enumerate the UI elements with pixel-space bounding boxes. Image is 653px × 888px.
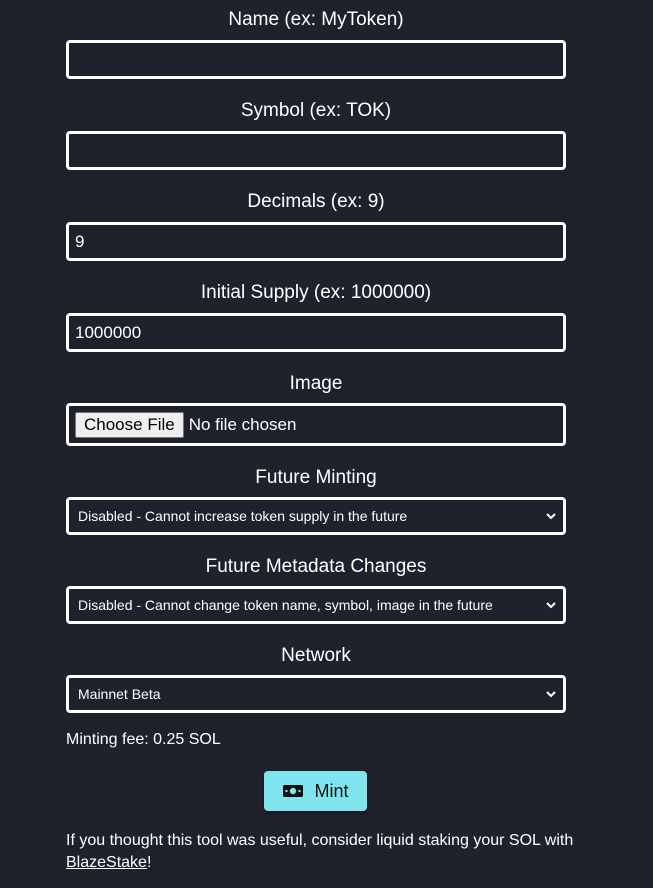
image-label: Image — [289, 373, 343, 394]
file-status-text: No file chosen — [188, 414, 297, 434]
footer-text: If you thought this tool was useful, con… — [66, 830, 576, 874]
money-bill-icon — [282, 783, 304, 799]
network-selected: Mainnet Beta — [78, 686, 161, 702]
symbol-input[interactable] — [66, 131, 566, 170]
name-input[interactable] — [66, 40, 566, 79]
decimals-label: Decimals (ex: 9) — [247, 191, 385, 212]
symbol-label: Symbol (ex: TOK) — [240, 100, 392, 121]
footer-text-after: ! — [146, 854, 152, 871]
initial-supply-input[interactable] — [66, 313, 566, 352]
future-metadata-select[interactable]: Disabled - Cannot change token name, sym… — [66, 586, 566, 624]
image-file-input[interactable]: Choose File No file chosen — [66, 403, 566, 446]
mint-button[interactable]: Mint — [264, 771, 367, 811]
future-metadata-label: Future Metadata Changes — [205, 556, 427, 577]
future-metadata-selected: Disabled - Cannot change token name, sym… — [78, 597, 493, 613]
minting-fee-text: Minting fee: 0.25 SOL — [66, 731, 221, 748]
future-minting-selected: Disabled - Cannot increase token supply … — [78, 508, 408, 524]
network-label: Network — [281, 645, 351, 666]
future-minting-select[interactable]: Disabled - Cannot increase token supply … — [66, 497, 566, 535]
name-label: Name (ex: MyToken) — [228, 9, 404, 30]
choose-file-button[interactable]: Choose File — [75, 411, 184, 438]
initial-supply-label: Initial Supply (ex: 1000000) — [200, 282, 432, 303]
mint-button-label: Mint — [314, 780, 349, 801]
blazestake-link[interactable]: BlazeStake — [66, 854, 147, 871]
token-mint-form: Name (ex: MyToken) Symbol (ex: TOK) Deci… — [0, 0, 653, 888]
chevron-down-icon — [545, 688, 557, 700]
decimals-input[interactable] — [66, 222, 566, 261]
chevron-down-icon — [545, 510, 557, 522]
chevron-down-icon — [545, 599, 557, 611]
future-minting-label: Future Minting — [255, 467, 377, 488]
footer-text-before: If you thought this tool was useful, con… — [66, 832, 574, 849]
network-select[interactable]: Mainnet Beta — [66, 675, 566, 713]
